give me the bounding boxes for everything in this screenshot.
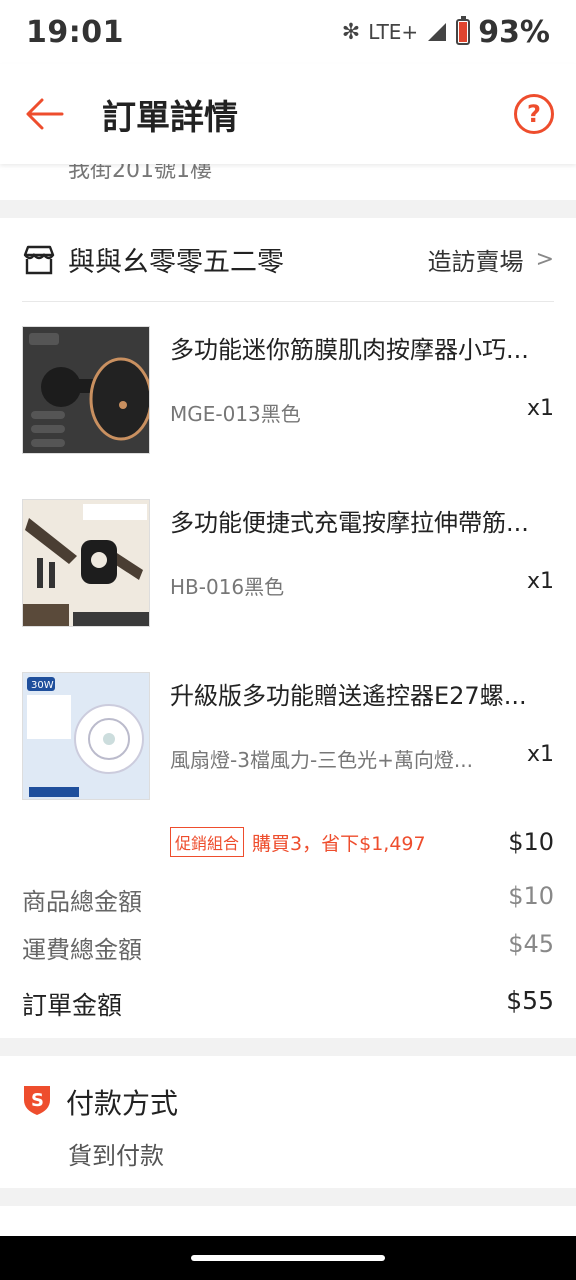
bluetooth-icon: ✻ (341, 19, 361, 45)
shop-header[interactable]: 與與幺零零五二零 造訪賣場 > (22, 218, 554, 302)
svg-text:30W: 30W (31, 680, 54, 691)
item-variant: HB-016黑色 (170, 575, 285, 599)
item-title: 多功能便捷式充電按摩拉伸帶筋... (170, 509, 529, 537)
shop-icon (23, 245, 55, 274)
promo-tag: 促銷組合 (170, 827, 245, 857)
shipping-row: 運費總金額 $45 (22, 930, 554, 965)
promo-text: 購買3，省下$1,497 (252, 832, 426, 855)
app-bar: 訂單詳情 ? (0, 64, 576, 164)
order-item[interactable]: 多功能便捷式充電按摩拉伸帶筋... HB-016黑色 x1 (22, 499, 554, 627)
address-text: 我街201號1樓 (68, 164, 212, 183)
help-icon[interactable]: ? (514, 94, 554, 134)
payment-method: 貨到付款 (68, 1142, 164, 1170)
network-type: LTE+ (368, 20, 419, 44)
subtotal-value: $10 (508, 882, 554, 910)
item-title: 多功能迷你筋膜肌肉按摩器小巧... (170, 336, 529, 364)
promo-row: 促銷組合 購買3，省下$1,497 $10 (22, 824, 554, 860)
promo-price: $10 (508, 828, 554, 856)
battery-percent: 93% (478, 14, 550, 50)
order-total-row: 訂單金額 $55 (22, 986, 554, 1022)
order-total-label: 訂單金額 (22, 991, 123, 1020)
shipping-value: $45 (508, 930, 554, 958)
item-title: 升級版多功能贈送遙控器E27螺... (170, 682, 527, 710)
product-thumbnail (22, 326, 150, 454)
shield-dollar-icon: S (24, 1086, 50, 1115)
chevron-right-icon: > (535, 247, 554, 272)
product-thumbnail: 30W (22, 672, 150, 800)
status-indicators: ✻ LTE+ 93% (342, 15, 550, 50)
status-bar: 19:01 ✻ LTE+ 93% (0, 0, 576, 64)
item-quantity: x1 (526, 396, 554, 421)
subtotal-row: 商品總金額 $10 (22, 882, 554, 917)
subtotal-label: 商品總金額 (22, 888, 142, 916)
system-nav-bar (0, 1236, 576, 1280)
home-gesture-pill[interactable] (191, 1255, 385, 1261)
svg-text:S: S (31, 1090, 44, 1111)
product-thumbnail (22, 499, 150, 627)
shipping-label: 運費總金額 (22, 936, 142, 964)
order-item[interactable]: 多功能迷你筋膜肌肉按摩器小巧... MGE-013黑色 x1 (22, 326, 554, 454)
payment-title: 付款方式 (66, 1087, 179, 1120)
address-section: 我街201號1樓 (0, 164, 576, 200)
shop-name: 與與幺零零五二零 (68, 247, 284, 278)
order-item[interactable]: 30W 升級版多功能贈送遙控器E27螺... 風扇燈-3檔風力-三色光+萬向燈.… (22, 672, 554, 800)
status-time: 19:01 (26, 14, 124, 50)
item-quantity: x1 (526, 569, 554, 594)
payment-card: S 付款方式 貨到付款 (0, 1056, 576, 1188)
signal-icon (428, 23, 447, 41)
item-quantity: x1 (526, 742, 554, 767)
item-variant: MGE-013黑色 (170, 402, 301, 426)
order-total-value: $55 (506, 986, 554, 1015)
shop-card: 與與幺零零五二零 造訪賣場 > 多功能迷你筋膜肌肉按摩器小巧... MGE-01… (0, 218, 576, 1038)
battery-icon (456, 16, 471, 45)
visit-shop-link[interactable]: 造訪賣場 (428, 242, 524, 277)
item-variant: 風扇燈-3檔風力-三色光+萬向燈... (170, 748, 473, 772)
back-arrow-icon[interactable] (22, 92, 66, 136)
page-title: 訂單詳情 (102, 97, 238, 138)
